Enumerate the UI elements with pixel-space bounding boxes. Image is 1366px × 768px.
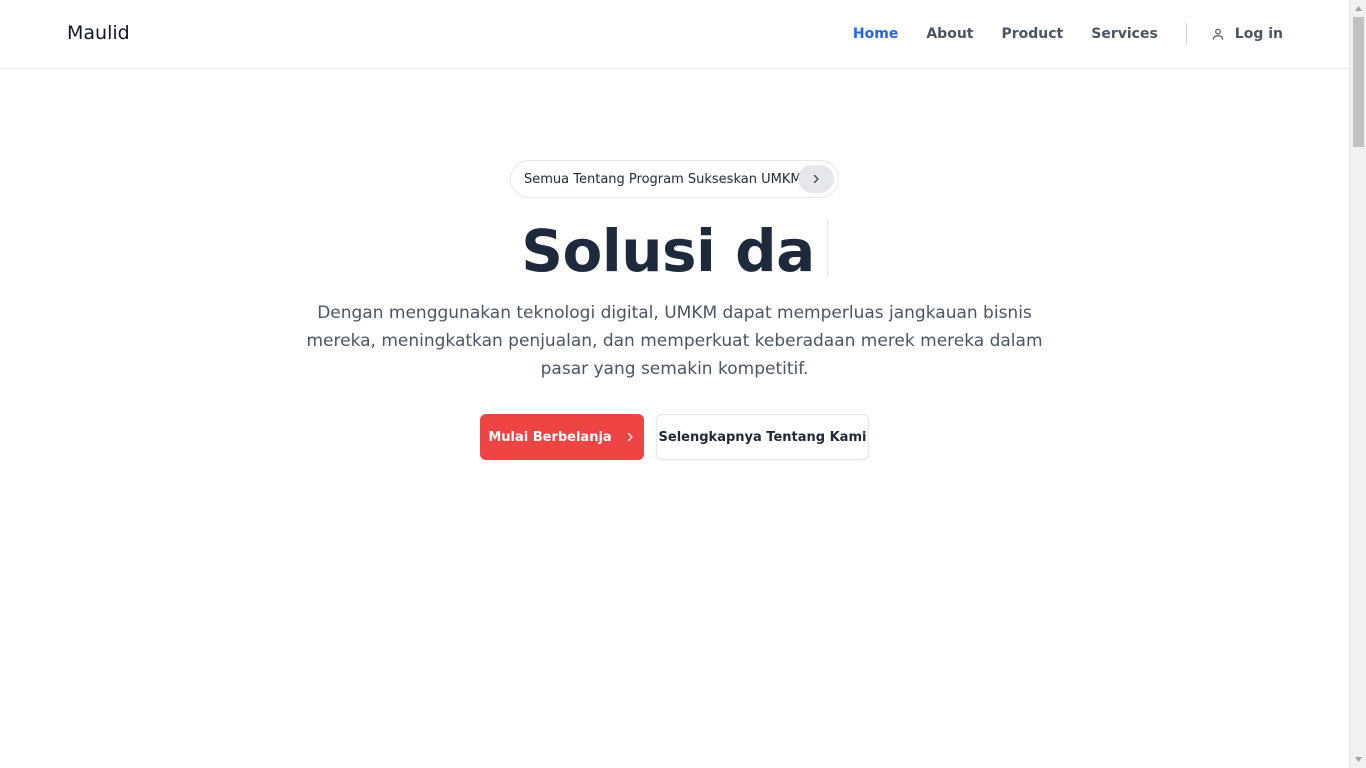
start-shopping-label: Mulai Berbelanja (488, 429, 612, 445)
chevron-right-icon (624, 431, 636, 443)
scroll-up-arrow-icon[interactable] (1350, 0, 1366, 17)
login-link[interactable]: Log in (1211, 26, 1283, 42)
nav-link-services[interactable]: Services (1091, 26, 1158, 42)
announcement-pill[interactable]: Semua Tentang Program Sukseskan UMKM (510, 160, 839, 198)
nav-link-product[interactable]: Product (1001, 26, 1063, 42)
hero-title: Solusi da (0, 215, 1349, 287)
learn-more-button[interactable]: Selengkapnya Tentang Kami (656, 414, 869, 460)
chevron-right-icon (798, 165, 834, 193)
site-header: Maulid Home About Product Services Log i… (0, 0, 1349, 69)
nav-divider (1185, 23, 1187, 45)
main-nav: Home About Product Services Log in (853, 0, 1283, 68)
login-label: Log in (1234, 26, 1283, 42)
start-shopping-button[interactable]: Mulai Berbelanja (480, 414, 644, 460)
page: Maulid Home About Product Services Log i… (0, 0, 1349, 768)
hero-title-text: Solusi da (521, 217, 815, 285)
typing-caret (826, 219, 828, 277)
announcement-text: Semua Tentang Program Sukseskan UMKM (524, 171, 802, 187)
brand-logo[interactable]: Maulid (67, 22, 130, 44)
page-scrollbar[interactable] (1349, 0, 1366, 768)
nav-link-about[interactable]: About (926, 26, 973, 42)
scrollbar-thumb[interactable] (1353, 17, 1364, 147)
nav-link-home[interactable]: Home (853, 26, 898, 42)
scroll-down-arrow-icon[interactable] (1350, 751, 1366, 768)
learn-more-label: Selengkapnya Tentang Kami (658, 429, 867, 445)
hero-description: Dengan menggunakan teknologi digital, UM… (306, 303, 1043, 379)
user-icon (1211, 27, 1225, 41)
